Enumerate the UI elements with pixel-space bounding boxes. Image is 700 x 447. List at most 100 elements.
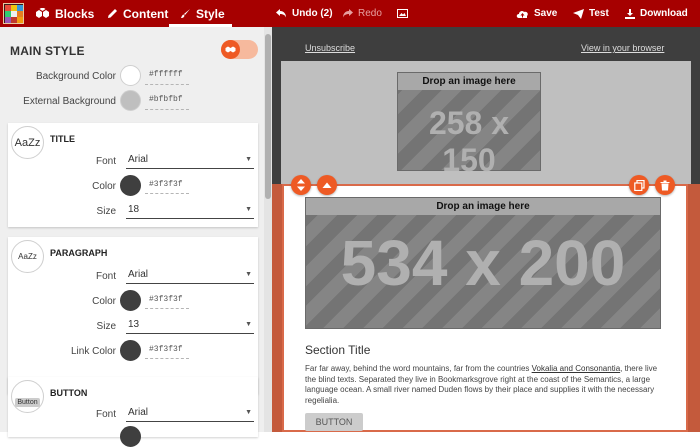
button-font-label: Font [95,409,116,420]
tab-content[interactable]: Content [107,0,168,27]
arrows-vertical-icon [297,179,305,191]
chevron-down-icon: ▼ [245,206,252,213]
paragraph-card-heading: PARAGRAPH [50,248,108,258]
section-title[interactable]: Section Title [305,343,370,357]
main-image-drop-text: Drop an image here [306,198,660,215]
title-size-label: Size [96,206,116,217]
pencil-icon [108,9,117,18]
download-label: Download [640,8,688,19]
body-inline-link[interactable]: Vokalia and Consonantia [532,364,621,373]
paragraph-color-underline [145,308,189,309]
redo-icon [343,9,353,18]
main-image-dimensions: 534 x 200 [340,227,626,299]
title-color-underline [145,193,189,194]
chevron-down-icon: ▼ [245,156,252,163]
paragraph-size-label: Size [96,321,116,332]
chevron-down-icon: ▼ [245,271,252,278]
button-font-select[interactable]: Arial ▼ [126,404,254,422]
title-size-value: 18 [128,204,140,215]
paragraph-link-color-swatch[interactable] [120,340,141,361]
paragraph-style-card: AaZz PARAGRAPH Font Arial ▼ Color #3f3f3… [8,237,258,394]
title-preview-avatar: AaZz [11,126,44,159]
move-up-button[interactable] [317,175,337,195]
title-font-select[interactable]: Arial ▼ [126,151,254,169]
paintbrush-icon [181,9,190,18]
view-in-browser-link[interactable]: View in your browser [581,43,664,53]
title-color-swatch[interactable] [120,175,141,196]
gallery-button[interactable] [397,0,408,27]
cubes-icon [225,46,236,53]
cubes-icon [36,7,49,18]
delete-block-button[interactable] [655,175,675,195]
panel-scrollbar-thumb[interactable] [265,34,271,199]
logo [3,3,24,24]
chevron-down-icon: ▼ [245,321,252,328]
external-background-label: External Background [23,96,116,107]
paragraph-font-select[interactable]: Arial ▼ [126,266,254,284]
button-preview-avatar: Button [11,380,44,413]
paragraph-link-color-underline [145,358,189,359]
tab-style-label: Style [196,6,225,21]
paragraph-size-value: 13 [128,319,140,330]
trash-icon [660,180,670,190]
unsubscribe-link[interactable]: Unsubscribe [305,43,355,53]
cloud-upload-icon [516,10,528,18]
test-label: Test [589,8,609,19]
paragraph-link-color-value[interactable]: #3f3f3f [149,345,183,354]
selected-block-left-edge [272,184,282,432]
toggle-knob [221,40,240,59]
email-cta-button[interactable]: BUTTON [305,413,363,431]
redo-label: Redo [358,8,382,19]
background-color-value[interactable]: #ffffff [149,70,183,79]
title-color-value[interactable]: #3f3f3f [149,180,183,189]
button-preview-text: Button [15,398,40,407]
paragraph-font-label: Font [95,271,116,282]
image-icon [397,9,408,18]
main-style-title: MAIN STYLE [10,44,85,58]
top-image-dimensions: 258 x 150 [428,105,510,178]
background-color-label: Background Color [35,71,116,82]
title-font-label: Font [95,156,116,167]
copy-icon [633,179,645,191]
download-icon [625,8,635,19]
top-image-placeholder[interactable]: Drop an image here 258 x 150 [397,72,541,178]
save-button[interactable]: Save [516,0,557,27]
external-background-value[interactable]: #bfbfbf [149,95,183,104]
title-style-card: AaZz TITLE Font Arial ▼ Color #3f3f3f Si… [8,123,258,227]
title-font-value: Arial [128,154,149,165]
tab-blocks-label: Blocks [55,6,95,21]
button-style-card: Button BUTTON Font Arial ▼ [8,377,258,447]
tab-blocks[interactable]: Blocks [35,0,94,27]
button-color-swatch[interactable] [120,426,141,447]
tab-content-label: Content [123,6,169,21]
background-color-underline [145,84,189,85]
paper-plane-icon [573,8,584,19]
chevron-down-icon: ▼ [245,409,252,416]
main-style-toggle[interactable] [221,40,258,59]
undo-button[interactable]: Undo (2) [276,0,333,27]
duplicate-block-button[interactable] [629,175,649,195]
test-button[interactable]: Test [573,0,609,27]
move-block-button[interactable] [291,175,311,195]
selected-block-right-edge [688,184,700,432]
download-button[interactable]: Download [625,0,688,27]
top-toolbar: Blocks Content Style Undo (2) Redo Save … [0,0,700,27]
body-text-part: Far far away, behind the word mountains,… [305,364,532,373]
title-card-heading: TITLE [50,134,75,144]
paragraph-color-value[interactable]: #3f3f3f [149,295,183,304]
paragraph-color-swatch[interactable] [120,290,141,311]
title-color-label: Color [92,181,116,192]
paragraph-font-value: Arial [128,269,149,280]
tab-style[interactable]: Style [180,0,225,27]
title-size-select[interactable]: 18 ▼ [126,201,254,219]
paragraph-size-select[interactable]: 13 ▼ [126,316,254,334]
external-background-swatch[interactable] [120,90,141,111]
section-body-text[interactable]: Far far away, behind the word mountains,… [305,364,661,406]
redo-button[interactable]: Redo [342,0,382,27]
top-image-drop-text: Drop an image here [398,73,540,90]
external-background-underline [145,109,189,110]
background-color-swatch[interactable] [120,65,141,86]
paragraph-color-label: Color [92,296,116,307]
main-image-placeholder[interactable]: Drop an image here 534 x 200 [305,197,661,329]
chevron-up-icon [322,182,332,188]
